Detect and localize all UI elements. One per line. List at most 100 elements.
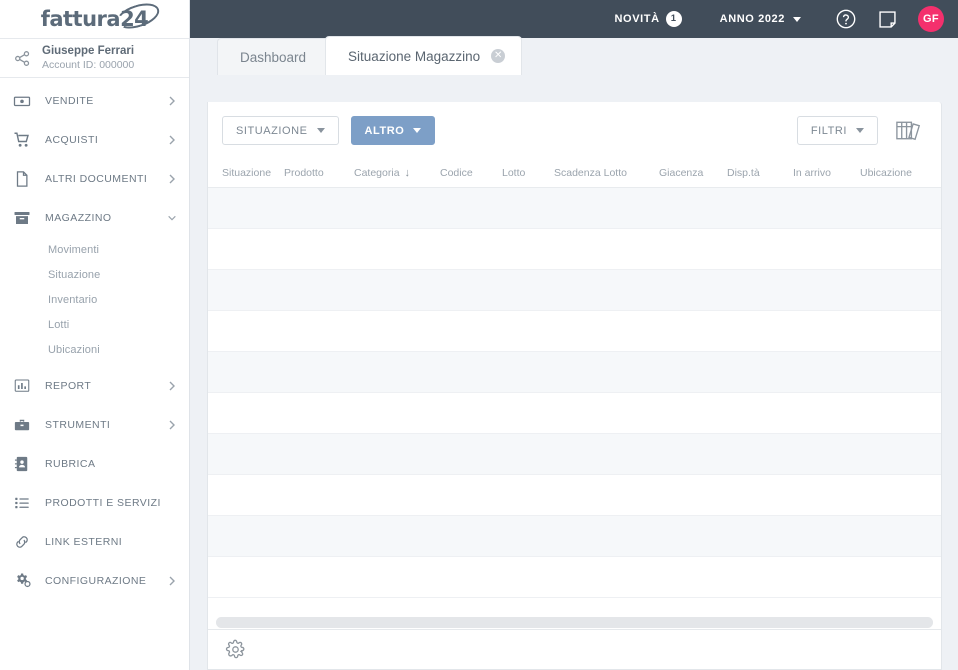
address-book-icon — [12, 455, 32, 473]
sidebar-item-rubrica[interactable]: RUBRICA — [0, 444, 189, 483]
sidebar-subitem-label: Situazione — [48, 268, 101, 281]
table-row[interactable] — [208, 434, 941, 475]
content-panel: SITUAZIONE ALTRO FILTRI Situazione Prodo… — [207, 102, 942, 670]
brand-logo-main: fattura — [40, 7, 121, 31]
column-header-label: Codice — [440, 167, 473, 179]
column-header-scadenza-lotto[interactable]: Scadenza Lotto — [554, 167, 659, 179]
table-row[interactable] — [208, 311, 941, 352]
table-row[interactable] — [208, 352, 941, 393]
column-header-prodotto[interactable]: Prodotto — [284, 167, 354, 179]
sidebar-item-vendite[interactable]: VENDITE — [0, 81, 189, 120]
chevron-down-icon — [316, 128, 325, 133]
altro-dropdown-button[interactable]: ALTRO — [350, 116, 436, 145]
sidebar-item-label: ALTRI DOCUMENTI — [45, 172, 148, 185]
app-root: fattura24 Giuseppe Ferrari Account ID: 0… — [0, 0, 958, 670]
brand-logo-suffix-wrap: 24 — [113, 0, 163, 34]
sidebar: fattura24 Giuseppe Ferrari Account ID: 0… — [0, 0, 190, 670]
sidebar-item-label: REPORT — [45, 379, 92, 392]
table-row[interactable] — [208, 270, 941, 311]
tab-dashboard[interactable]: Dashboard — [217, 38, 330, 75]
document-icon — [12, 170, 32, 188]
sidebar-item-report[interactable]: REPORT — [0, 366, 189, 405]
main-area: NOVITÀ 1 ANNO 2022 GF Dashboard Situazio… — [190, 0, 958, 670]
table-row[interactable] — [208, 557, 941, 598]
tab-label: Dashboard — [240, 49, 307, 65]
filtri-dropdown-button[interactable]: FILTRI — [796, 116, 878, 145]
column-header-codice[interactable]: Codice — [440, 167, 502, 179]
cart-icon — [12, 131, 32, 149]
brand-logo[interactable]: fattura24 — [0, 0, 189, 38]
year-label: ANNO 2022 — [719, 13, 785, 25]
year-selector[interactable]: ANNO 2022 — [720, 13, 801, 25]
sort-descending-icon: ↓ — [404, 166, 411, 179]
horizontal-scrollbar[interactable] — [216, 617, 933, 628]
chevron-right-icon — [167, 134, 177, 146]
chevron-right-icon — [167, 575, 177, 587]
column-chooser-button[interactable] — [890, 116, 923, 145]
table-header-row: Situazione Prodotto Categoria ↓ Codice Lo… — [208, 159, 941, 188]
column-header-giacenza[interactable]: Giacenza — [659, 167, 727, 179]
avatar[interactable]: GF — [918, 6, 944, 32]
gears-icon — [12, 571, 32, 590]
sidebar-item-magazzino[interactable]: MAGAZZINO — [0, 198, 189, 237]
close-icon[interactable]: ✕ — [491, 49, 506, 63]
novita-badge: 1 — [665, 11, 682, 27]
sidebar-item-link-esterni[interactable]: LINK ESTERNI — [0, 522, 189, 561]
sidebar-subitem-label: Inventario — [48, 293, 98, 306]
tab-situazione-magazzino[interactable]: Situazione Magazzino ✕ — [325, 36, 523, 75]
sidebar-subitem-movimenti[interactable]: Movimenti — [0, 237, 189, 262]
sidebar-subitem-lotti[interactable]: Lotti — [0, 312, 189, 337]
column-header-categoria[interactable]: Categoria ↓ — [354, 167, 440, 179]
table-row[interactable] — [208, 475, 941, 516]
account-id: Account ID: 000000 — [42, 58, 135, 71]
novita-button[interactable]: NOVITÀ 1 — [615, 11, 682, 27]
notes-button[interactable] — [877, 9, 898, 30]
column-header-label: Lotto — [502, 167, 526, 179]
bar-chart-icon — [12, 377, 32, 395]
sidebar-subitem-ubicazioni[interactable]: Ubicazioni — [0, 337, 189, 362]
scrollbar-track[interactable] — [216, 617, 933, 628]
link-icon — [12, 533, 32, 551]
help-button[interactable] — [835, 8, 857, 30]
column-header-disponibilita[interactable]: Disp.tà — [727, 167, 793, 179]
chevron-down-icon — [793, 16, 801, 22]
tab-label: Situazione Magazzino — [348, 48, 481, 64]
sidebar-item-altri-documenti[interactable]: ALTRI DOCUMENTI — [0, 159, 189, 198]
sidebar-item-configurazione[interactable]: CONFIGURAZIONE — [0, 561, 189, 600]
sidebar-item-prodotti-e-servizi[interactable]: PRODOTTI E SERVIZI — [0, 483, 189, 522]
sidebar-item-strumenti[interactable]: STRUMENTI — [0, 405, 189, 444]
account-summary[interactable]: Giuseppe Ferrari Account ID: 000000 — [0, 38, 189, 78]
chevron-right-icon — [167, 380, 177, 392]
column-header-in-arrivo[interactable]: In arrivo — [793, 167, 860, 179]
account-name: Giuseppe Ferrari — [42, 45, 135, 58]
question-circle-icon — [835, 8, 857, 30]
sidebar-item-label: RUBRICA — [45, 457, 96, 470]
table-row[interactable] — [208, 229, 941, 270]
scrollbar-thumb[interactable] — [216, 617, 933, 628]
banknote-icon — [12, 92, 32, 110]
sidebar-item-label: MAGAZZINO — [45, 211, 112, 224]
sidebar-item-label: STRUMENTI — [45, 418, 111, 431]
table-row[interactable] — [208, 516, 941, 557]
table-settings-button[interactable] — [225, 639, 246, 660]
gear-icon — [225, 639, 246, 660]
sidebar-subitem-inventario[interactable]: Inventario — [0, 287, 189, 312]
sidebar-subitem-label: Ubicazioni — [48, 343, 100, 356]
column-header-label: Categoria — [354, 167, 400, 179]
situazione-dropdown-button[interactable]: SITUAZIONE — [222, 116, 339, 145]
sidebar-subitem-situazione[interactable]: Situazione — [0, 262, 189, 287]
share-nodes-icon — [12, 49, 32, 68]
column-header-situazione[interactable]: Situazione — [222, 167, 284, 179]
sidebar-nav: VENDITE ACQUISTI ALTRI DOCUMENTI MAGAZZI… — [0, 78, 189, 600]
column-header-lotto[interactable]: Lotto — [502, 167, 554, 179]
column-header-ubicazione[interactable]: Ubicazione — [860, 167, 930, 179]
sidebar-item-acquisti[interactable]: ACQUISTI — [0, 120, 189, 159]
book-columns-icon — [894, 116, 923, 145]
sidebar-subitem-label: Lotti — [48, 318, 70, 331]
column-header-label: Prodotto — [284, 167, 324, 179]
column-header-label: In arrivo — [793, 167, 831, 179]
table-row[interactable] — [208, 393, 941, 434]
sidebar-item-label: LINK ESTERNI — [45, 535, 123, 548]
table-row[interactable] — [208, 188, 941, 229]
note-icon — [877, 9, 898, 30]
